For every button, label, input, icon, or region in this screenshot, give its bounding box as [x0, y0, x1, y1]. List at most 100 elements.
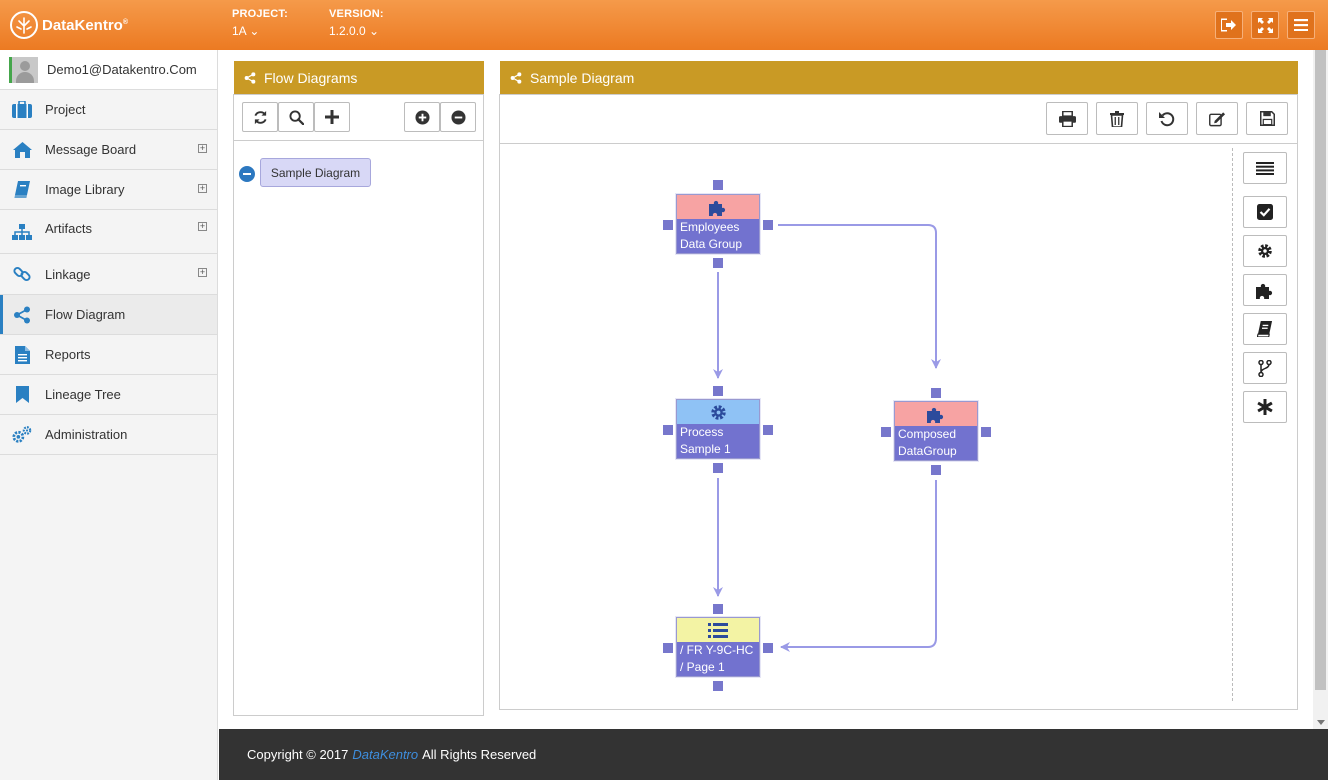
palette-divider — [1232, 148, 1233, 701]
logo-text: DataKentro® — [42, 16, 129, 34]
sidebar: Demo1@Datakentro.Com Project Message Boa… — [0, 50, 218, 780]
expand-icon[interactable]: + — [198, 144, 207, 153]
edge-composed-report[interactable] — [780, 480, 937, 652]
print-icon — [1058, 110, 1076, 127]
collapse-node-icon[interactable] — [239, 166, 255, 182]
expand-icon[interactable]: + — [198, 184, 207, 193]
port-handle[interactable] — [713, 681, 723, 691]
port-handle[interactable] — [713, 386, 723, 396]
palette-asterisk-button[interactable] — [1243, 391, 1287, 423]
menu-icon — [1294, 19, 1308, 31]
diagram-canvas[interactable] — [500, 144, 1232, 700]
port-handle[interactable] — [931, 388, 941, 398]
palette-checkbox-button[interactable] — [1243, 196, 1287, 228]
sidebar-item-linkage[interactable]: Linkage + — [0, 254, 217, 295]
palette-process-button[interactable] — [1243, 235, 1287, 267]
port-handle[interactable] — [763, 643, 773, 653]
toolbar-divider — [234, 140, 483, 141]
sidebar-item-flow-diagram[interactable]: Flow Diagram — [0, 295, 217, 335]
node-employees-data-group[interactable]: Employees Data Group — [676, 194, 760, 254]
port-handle[interactable] — [713, 180, 723, 190]
port-handle[interactable] — [663, 425, 673, 435]
sidebar-item-administration[interactable]: Administration — [0, 415, 217, 455]
port-handle[interactable] — [713, 463, 723, 473]
expand-all-button[interactable] — [404, 102, 440, 132]
fullscreen-button[interactable] — [1251, 11, 1279, 39]
port-handle[interactable] — [981, 427, 991, 437]
sidebar-item-lineage-tree[interactable]: Lineage Tree — [0, 375, 217, 415]
sidebar-item-label: Reports — [45, 347, 91, 362]
version-value[interactable]: 1.2.0.0 ⌄ — [329, 24, 384, 38]
project-value[interactable]: 1A ⌄ — [232, 24, 288, 38]
link-icon — [12, 265, 32, 283]
book-icon — [1257, 321, 1273, 337]
plus-icon — [325, 110, 339, 124]
scrollbar-thumb[interactable] — [1315, 50, 1326, 690]
port-handle[interactable] — [663, 220, 673, 230]
add-diagram-button[interactable] — [314, 102, 350, 132]
palette-datagroup-button[interactable] — [1243, 274, 1287, 306]
sidebar-item-label: Flow Diagram — [45, 307, 126, 322]
palette-list-button[interactable] — [1243, 152, 1287, 184]
briefcase-icon — [12, 101, 32, 119]
logo[interactable]: DataKentro® — [10, 11, 128, 39]
port-handle[interactable] — [663, 643, 673, 653]
expand-icon[interactable]: + — [198, 222, 207, 231]
node-header — [677, 195, 759, 219]
footer-brand-link[interactable]: DataKentro — [352, 747, 418, 762]
expand-icon[interactable]: + — [198, 268, 207, 277]
edge-employees-composed[interactable] — [778, 224, 941, 369]
sidebar-item-image-library[interactable]: Image Library + — [0, 170, 217, 210]
node-label: / FR Y-9C-HC / Page 1 — [677, 642, 759, 676]
save-button[interactable] — [1246, 102, 1288, 135]
logout-button[interactable] — [1215, 11, 1243, 39]
project-label: PROJECT: — [232, 8, 288, 20]
delete-button[interactable] — [1096, 102, 1138, 135]
undo-button[interactable] — [1146, 102, 1188, 135]
node-composed-datagroup[interactable]: Composed DataGroup — [894, 401, 978, 461]
project-selector[interactable]: PROJECT: 1A ⌄ — [232, 8, 288, 38]
search-button[interactable] — [278, 102, 314, 132]
node-label: Process Sample 1 — [677, 424, 759, 458]
menu-button[interactable] — [1287, 11, 1315, 39]
collapse-all-button[interactable] — [440, 102, 476, 132]
flow-diagrams-panel — [233, 94, 484, 716]
port-handle[interactable] — [713, 258, 723, 268]
sidebar-item-label: Artifacts — [45, 221, 92, 236]
palette-branch-button[interactable] — [1243, 352, 1287, 384]
tree-node-sample-diagram[interactable]: Sample Diagram — [260, 158, 371, 187]
sidebar-item-label: Linkage — [45, 266, 91, 282]
edit-button[interactable] — [1196, 102, 1238, 135]
sidebar-item-artifacts[interactable]: Artifacts + — [0, 210, 217, 254]
bookmark-icon — [12, 386, 32, 404]
print-button[interactable] — [1046, 102, 1088, 135]
port-handle[interactable] — [881, 427, 891, 437]
sidebar-item-project[interactable]: Project — [0, 90, 217, 130]
trash-icon — [1110, 110, 1124, 127]
refresh-icon — [253, 110, 267, 124]
rights-text: All Rights Reserved — [422, 747, 537, 762]
share-icon — [510, 72, 522, 84]
page-scrollbar[interactable] — [1313, 50, 1328, 729]
node-process-sample-1[interactable]: Process Sample 1 — [676, 399, 760, 459]
save-icon — [1259, 111, 1275, 126]
version-selector[interactable]: VERSION: 1.2.0.0 ⌄ — [329, 8, 384, 38]
port-handle[interactable] — [763, 220, 773, 230]
port-handle[interactable] — [713, 604, 723, 614]
scroll-down-arrow[interactable] — [1317, 720, 1325, 725]
gear-icon — [1258, 244, 1272, 258]
list-icon — [1256, 161, 1274, 175]
node-header — [677, 618, 759, 642]
palette-book-button[interactable] — [1243, 313, 1287, 345]
fullscreen-icon — [1257, 17, 1273, 33]
refresh-button[interactable] — [242, 102, 278, 132]
footer: Copyright © 2017 DataKentro All Rights R… — [219, 729, 1328, 780]
sidebar-item-message-board[interactable]: Message Board + — [0, 130, 217, 170]
node-report-page[interactable]: / FR Y-9C-HC / Page 1 — [676, 617, 760, 677]
copyright-text: Copyright © 2017 — [247, 747, 349, 762]
panel-title: Flow Diagrams — [264, 70, 358, 86]
sidebar-item-reports[interactable]: Reports — [0, 335, 217, 375]
user-row[interactable]: Demo1@Datakentro.Com — [0, 50, 217, 90]
port-handle[interactable] — [931, 465, 941, 475]
port-handle[interactable] — [763, 425, 773, 435]
